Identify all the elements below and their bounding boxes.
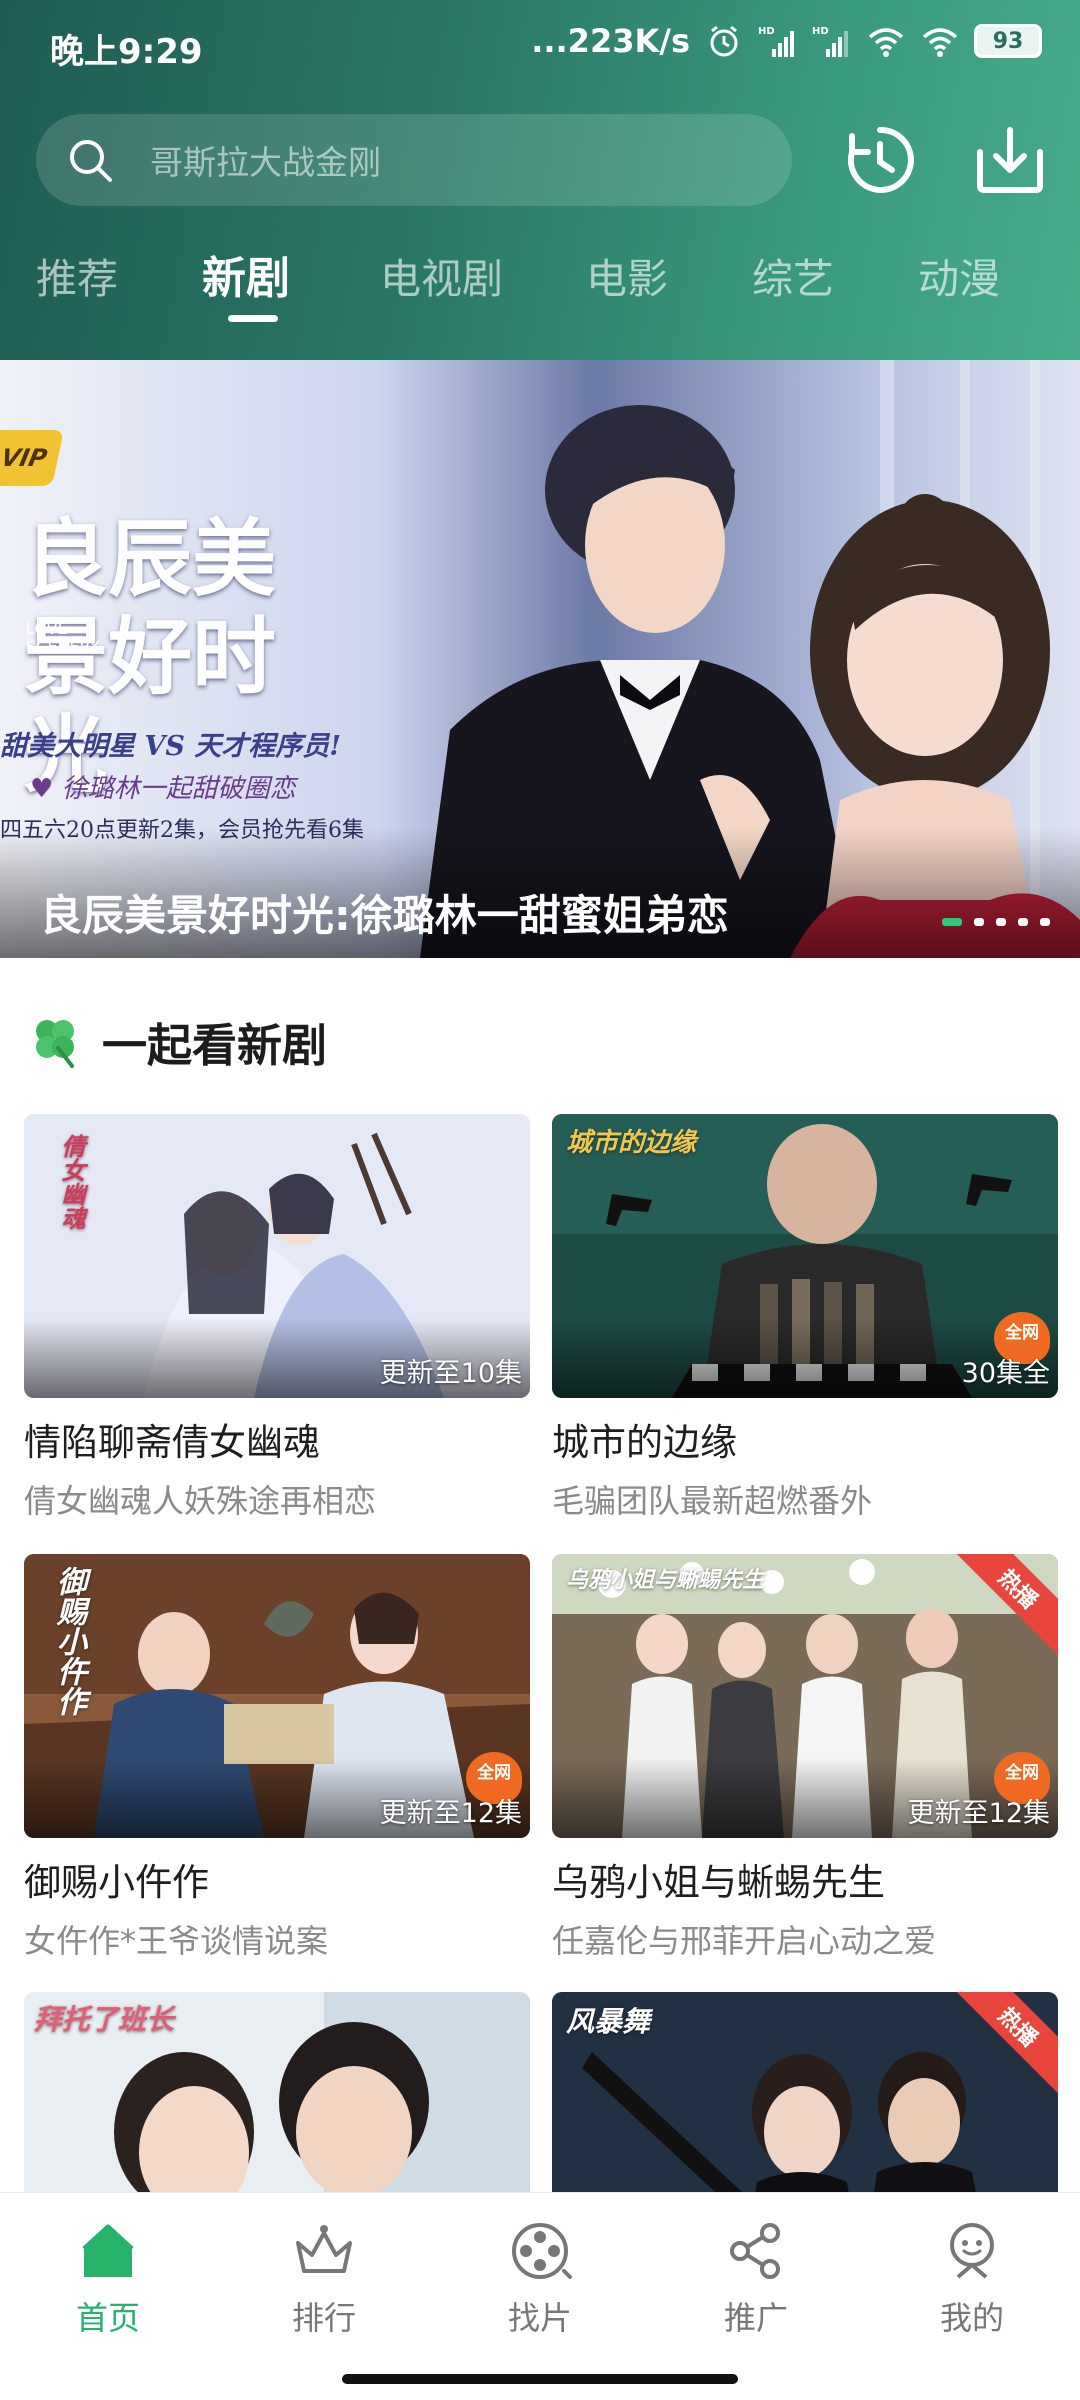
home-indicator[interactable] — [342, 2374, 738, 2384]
banner-pagination — [942, 918, 1050, 926]
search-placeholder[interactable]: 哥斯拉大战金刚 — [150, 136, 381, 184]
episode-badge: 更新至12集 — [379, 1798, 522, 1829]
card-title[interactable]: 情陷聊斋倩女幽魂 — [24, 1412, 530, 1466]
section-title: 一起看新剧 — [102, 1018, 328, 1072]
card-thumbnail[interactable]: 倩女幽魂 更新至10集 — [24, 1114, 530, 1398]
wifi-2-icon — [922, 28, 958, 57]
banner-poster-en: LOVE SCENERY — [26, 619, 100, 656]
card-title[interactable]: 乌鸦小姐与蜥蜴先生 — [552, 1852, 1058, 1906]
card-title[interactable]: 城市的边缘 — [552, 1412, 1058, 1466]
film-reel-icon — [512, 2223, 572, 2279]
hero-banner[interactable]: VIP 良辰美景好时光 LOVE SCENERY 甜美大明星 VS 天才程序员!… — [0, 360, 1080, 958]
nav-home[interactable]: 首页 — [38, 2219, 178, 2339]
thumbnail-logo: 倩女幽魂 — [57, 1134, 86, 1230]
drama-card[interactable]: 城市的边缘 全网 30集全 城市的边缘 毛骗团队最新超燃番外 — [552, 1114, 1058, 1522]
tab-variety[interactable]: 综艺 — [752, 245, 834, 305]
pagination-dot[interactable] — [1040, 918, 1050, 926]
banner-tagline: 甜美大明星 VS 天才程序员! — [0, 731, 342, 762]
app-root: 晚上9:29 ...223K/s HD HD 93 哥斯拉大战金刚 推荐 新剧 … — [0, 0, 1080, 2400]
episode-badge: 30集全 — [961, 1358, 1050, 1389]
crown-icon — [296, 2225, 352, 2273]
pagination-dot[interactable] — [1018, 918, 1028, 926]
drama-card[interactable]: 御赐小仵作 全网 更新至12集 御赐小仵作 女仵作*王爷谈情说案 — [24, 1554, 530, 1962]
status-time: 晚上9:29 — [50, 32, 203, 72]
network-speed: ...223K/s — [531, 22, 690, 60]
active-tab-indicator — [228, 315, 278, 322]
card-subtitle: 任嘉伦与邢菲开启心动之爱 — [552, 1922, 937, 1960]
nav-ranking[interactable]: 排行 — [254, 2219, 394, 2339]
card-subtitle: 毛骗团队最新超燃番外 — [552, 1482, 873, 1520]
thumbnail-logo: 御赐小仵作 — [51, 1566, 86, 1716]
episode-badge: 更新至12集 — [907, 1798, 1050, 1829]
category-tabs: 推荐 新剧 电视剧 电影 综艺 动漫 — [0, 245, 1080, 325]
alarm-icon — [710, 25, 738, 57]
pagination-dot[interactable] — [996, 918, 1006, 926]
bottom-navigation: 首页 排行 找片 推广 我的 — [0, 2192, 1080, 2400]
card-subtitle: 倩女幽魂人妖殊途再相恋 — [24, 1482, 377, 1520]
nav-find-movies[interactable]: 找片 — [470, 2219, 610, 2339]
search-bar[interactable]: 哥斯拉大战金刚 — [36, 114, 792, 206]
section-header: 一起看新剧 — [28, 1006, 327, 1076]
nav-label: 排行 — [291, 2299, 356, 2337]
drama-card[interactable]: 倩女幽魂 更新至10集 情陷聊斋倩女幽魂 倩女幽魂人妖殊途再相恋 — [24, 1114, 530, 1522]
nav-profile[interactable]: 我的 — [902, 2219, 1042, 2339]
download-icon[interactable] — [972, 122, 1048, 198]
profile-icon — [950, 2223, 994, 2279]
nav-label: 我的 — [939, 2299, 1004, 2337]
banner-sub: ♥ 徐璐林一起甜破圈恋 — [30, 774, 296, 804]
status-bar: 晚上9:29 ...223K/s HD HD 93 — [0, 0, 1080, 90]
tab-recommend[interactable]: 推荐 — [36, 245, 118, 305]
tab-tv-series[interactable]: 电视剧 — [380, 245, 503, 305]
card-thumbnail[interactable]: 御赐小仵作 全网 更新至12集 — [24, 1554, 530, 1838]
card-subtitle: 女仵作*王爷谈情说案 — [24, 1922, 329, 1960]
card-title[interactable]: 御赐小仵作 — [24, 1852, 530, 1906]
svg-text:HD: HD — [812, 26, 829, 37]
episode-badge: 更新至10集 — [379, 1358, 522, 1389]
svg-text:HD: HD — [758, 26, 775, 37]
share-icon — [730, 2223, 780, 2279]
pagination-dot[interactable] — [942, 918, 962, 926]
thumbnail-logo: 拜托了班长 — [34, 2003, 175, 2036]
nav-label: 推广 — [723, 2299, 788, 2337]
thumbnail-logo: 风暴舞 — [566, 2005, 651, 2038]
status-right: ...223K/s HD HD 93 — [531, 22, 1042, 60]
card-thumbnail[interactable]: 乌鸦小姐与蜥蜴先生 热播 全网 更新至12集 — [552, 1554, 1058, 1838]
thumbnail-logo: 乌鸦小姐与蜥蜴先生 — [566, 1567, 765, 1593]
search-icon — [70, 140, 112, 182]
signal-hd-2-icon: HD — [812, 26, 848, 57]
history-icon[interactable] — [842, 122, 918, 198]
header: 晚上9:29 ...223K/s HD HD 93 哥斯拉大战金刚 推荐 新剧 … — [0, 0, 1080, 360]
nav-label: 找片 — [507, 2299, 572, 2337]
nav-label: 首页 — [75, 2299, 140, 2337]
signal-hd-1-icon: HD — [758, 26, 794, 57]
thumbnail-logo: 城市的边缘 — [566, 1128, 697, 1158]
clover-icon — [36, 1020, 74, 1068]
tab-movies[interactable]: 电影 — [586, 245, 668, 305]
battery-indicator: 93 — [974, 24, 1042, 58]
home-icon — [82, 2224, 134, 2277]
tab-anime[interactable]: 动漫 — [918, 245, 1000, 305]
pagination-dot[interactable] — [974, 918, 984, 926]
card-thumbnail[interactable]: 城市的边缘 全网 30集全 — [552, 1114, 1058, 1398]
nav-promote[interactable]: 推广 — [686, 2219, 826, 2339]
drama-card[interactable]: 乌鸦小姐与蜥蜴先生 热播 全网 更新至12集 乌鸦小姐与蜥蜴先生 任嘉伦与邢菲开… — [552, 1554, 1058, 1962]
wifi-icon — [868, 28, 904, 57]
tab-new-drama[interactable]: 新剧 — [202, 242, 290, 306]
banner-caption: 良辰美景好时光:徐璐林一甜蜜姐弟恋 — [40, 891, 729, 940]
